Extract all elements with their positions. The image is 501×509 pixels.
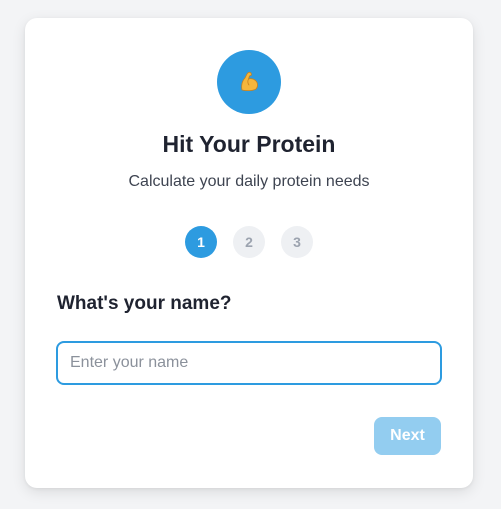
app-logo [217, 50, 281, 114]
flexed-biceps-icon [241, 71, 258, 92]
step-indicator: 1 2 3 [25, 226, 473, 258]
page-subtitle: Calculate your daily protein needs [128, 173, 370, 190]
step-1: 1 [185, 226, 217, 258]
next-button[interactable]: Next [374, 417, 441, 455]
step-2: 2 [233, 226, 265, 258]
onboarding-card: Hit Your Protein Calculate your daily pr… [25, 18, 473, 488]
page-title: Hit Your Protein [162, 131, 336, 157]
name-question-label: What's your name? [57, 293, 232, 314]
name-input[interactable] [56, 341, 442, 385]
step-3: 3 [281, 226, 313, 258]
